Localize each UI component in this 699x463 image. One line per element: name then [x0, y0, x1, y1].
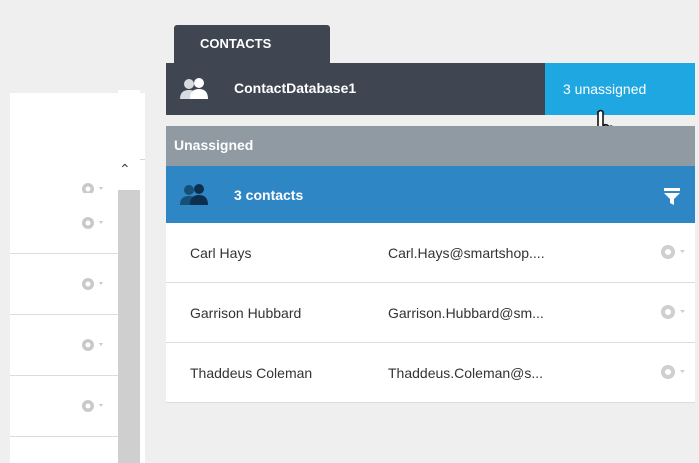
gear-dropdown-icon[interactable] — [657, 241, 687, 263]
contact-name: Thaddeus Coleman — [190, 365, 313, 381]
contact-email: Thaddeus.Coleman@s... — [388, 365, 544, 381]
left-list-row[interactable] — [10, 376, 120, 437]
contact-name: Garrison Hubbard — [190, 305, 302, 321]
left-list-row[interactable] — [10, 193, 120, 254]
contact-email: Garrison.Hubbard@sm... — [388, 305, 544, 321]
chevron-up-icon[interactable]: ⌃ — [119, 162, 131, 176]
tab-contacts[interactable]: CONTACTS — [174, 25, 330, 63]
gear-icon[interactable] — [78, 214, 106, 232]
table-row[interactable]: Thaddeus Coleman Thaddeus.Coleman@s... — [166, 343, 695, 403]
gear-dropdown-icon[interactable] — [657, 361, 687, 383]
table-row[interactable]: Garrison Hubbard Garrison.Hubbard@sm... — [166, 283, 695, 343]
contacts-group-header[interactable]: 3 contacts — [166, 166, 695, 223]
left-list-row[interactable] — [10, 254, 120, 315]
contacts-count: 3 contacts — [234, 187, 304, 203]
table-row[interactable]: Carl Hays Carl.Hays@smartshop.... — [166, 223, 695, 283]
unassigned-filter-button[interactable]: 3 unassigned — [545, 63, 695, 115]
left-list-row[interactable] — [10, 315, 120, 376]
gear-icon[interactable] — [78, 397, 106, 415]
scrollbar-thumb[interactable] — [118, 190, 140, 463]
user-group-icon — [180, 78, 208, 99]
gear-icon[interactable] — [78, 336, 106, 354]
filter-icon[interactable] — [663, 187, 681, 205]
contact-name: Carl Hays — [190, 245, 252, 261]
left-scrollbar[interactable] — [118, 90, 140, 463]
gear-dropdown-icon[interactable] — [657, 301, 687, 323]
section-unassigned: Unassigned — [166, 126, 695, 166]
user-group-icon — [180, 184, 208, 205]
gear-icon[interactable] — [78, 275, 106, 293]
database-name: ContactDatabase1 — [234, 80, 357, 96]
contact-email: Carl.Hays@smartshop.... — [388, 245, 545, 261]
